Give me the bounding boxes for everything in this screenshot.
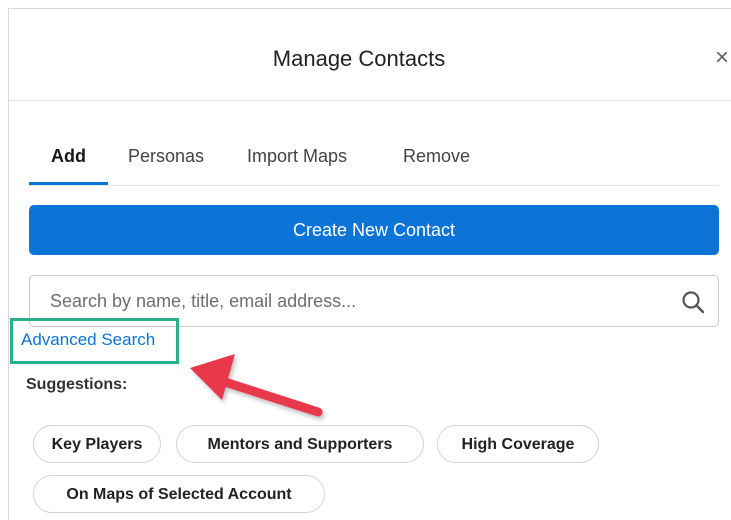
active-tab-indicator xyxy=(29,182,108,185)
search-icon[interactable] xyxy=(680,289,706,315)
modal-title: Manage Contacts xyxy=(272,46,446,71)
tab-remove[interactable]: Remove xyxy=(403,137,470,183)
suggestion-chip-mentors-and-supporters[interactable]: Mentors and Supporters xyxy=(176,425,424,463)
suggestion-chip-key-players[interactable]: Key Players xyxy=(33,425,161,463)
suggestion-chip-on-maps-of-selected-account[interactable]: On Maps of Selected Account xyxy=(33,475,325,513)
suggestions-label: Suggestions: xyxy=(26,376,128,393)
tab-bar: Add Personas Import Maps Remove xyxy=(29,137,719,186)
advanced-search-link[interactable]: Advanced Search xyxy=(21,329,155,351)
page: Manage Contacts × Add Personas Import Ma… xyxy=(0,0,731,520)
modal-header: Manage Contacts × xyxy=(9,9,731,101)
suggestion-chip-high-coverage[interactable]: High Coverage xyxy=(437,425,599,463)
search-input[interactable] xyxy=(50,289,660,313)
close-icon[interactable]: × xyxy=(715,46,729,70)
tab-personas[interactable]: Personas xyxy=(128,137,204,183)
tab-import-maps[interactable]: Import Maps xyxy=(247,137,347,183)
create-new-contact-button[interactable]: Create New Contact xyxy=(29,205,719,255)
tab-add[interactable]: Add xyxy=(29,137,108,183)
